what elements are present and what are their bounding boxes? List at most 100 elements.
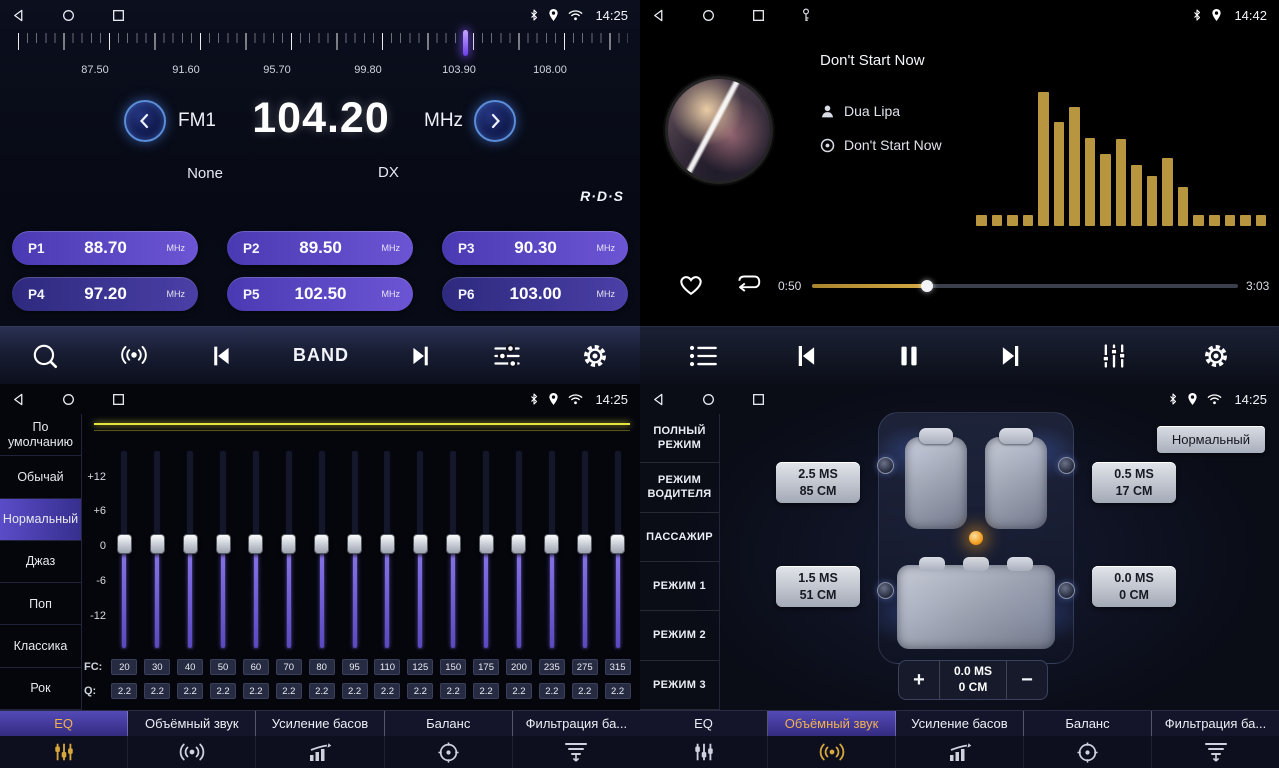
slider-knob[interactable] <box>347 534 362 554</box>
mixer-icon[interactable] <box>1100 342 1128 370</box>
preset-button-p4[interactable]: P497.20MHz <box>12 277 198 311</box>
previous-station-button[interactable] <box>207 342 235 370</box>
repeat-button[interactable] <box>733 272 763 296</box>
back-icon[interactable] <box>652 393 665 406</box>
eq-preset-item-5[interactable]: Классика <box>0 625 81 667</box>
rear-left-delay-button[interactable]: 1.5 MS 51 CM <box>776 566 860 607</box>
tab-surround[interactable]: Объёмный звук <box>128 711 256 736</box>
settings-gear-icon[interactable] <box>1201 341 1231 371</box>
listening-position-dot[interactable] <box>969 531 983 545</box>
eq-band-slider-4[interactable] <box>240 450 273 650</box>
tab-eq[interactable]: EQ <box>640 711 768 736</box>
eq-band-slider-8[interactable] <box>371 450 404 650</box>
eq-band-slider-3[interactable] <box>207 450 240 650</box>
eq-band-slider-7[interactable] <box>338 450 371 650</box>
recents-icon[interactable] <box>752 9 765 22</box>
eq-icon[interactable] <box>640 736 768 768</box>
tab-bass-boost[interactable]: Усиление басов <box>256 711 384 736</box>
filter-icon[interactable] <box>513 736 640 768</box>
mode-item-1[interactable]: РЕЖИМ ВОДИТЕЛЯ <box>640 463 719 512</box>
slider-knob[interactable] <box>281 534 296 554</box>
front-left-delay-button[interactable]: 2.5 MS 85 CM <box>776 462 860 503</box>
eq-band-slider-12[interactable] <box>503 450 536 650</box>
rear-right-delay-button[interactable]: 0.0 MS 0 CM <box>1092 566 1176 607</box>
tune-down-button[interactable] <box>124 100 166 142</box>
balance-icon[interactable] <box>1024 736 1152 768</box>
tab-bass-boost[interactable]: Усиление басов <box>896 711 1024 736</box>
back-icon[interactable] <box>12 393 25 406</box>
tuning-indicator[interactable] <box>463 30 468 56</box>
tab-surround[interactable]: Объёмный звук <box>768 711 896 736</box>
preset-button-p1[interactable]: P188.70MHz <box>12 231 198 265</box>
eq-band-slider-9[interactable] <box>404 450 437 650</box>
slider-knob[interactable] <box>446 534 461 554</box>
surround-icon[interactable] <box>128 736 256 768</box>
eq-band-slider-15[interactable] <box>601 450 634 650</box>
increase-delay-button[interactable]: + <box>899 661 939 699</box>
eq-band-slider-2[interactable] <box>174 450 207 650</box>
eq-preset-item-4[interactable]: Поп <box>0 583 81 625</box>
slider-knob[interactable] <box>380 534 395 554</box>
home-icon[interactable] <box>702 9 715 22</box>
mode-item-5[interactable]: РЕЖИМ 3 <box>640 661 719 710</box>
preset-button-p6[interactable]: P6103.00MHz <box>442 277 628 311</box>
decrease-delay-button[interactable]: − <box>1007 661 1047 699</box>
preset-button-p3[interactable]: P390.30MHz <box>442 231 628 265</box>
surround-preset-button[interactable]: Нормальный <box>1157 426 1265 453</box>
mode-item-3[interactable]: РЕЖИМ 1 <box>640 562 719 611</box>
back-icon[interactable] <box>12 9 25 22</box>
slider-knob[interactable] <box>183 534 198 554</box>
eq-preset-item-6[interactable]: Рок <box>0 668 81 710</box>
progress-knob[interactable] <box>921 280 933 292</box>
next-station-button[interactable] <box>407 342 435 370</box>
eq-band-slider-13[interactable] <box>535 450 568 650</box>
seek-bar[interactable] <box>812 284 1238 288</box>
eq-preset-item-3[interactable]: Джаз <box>0 541 81 583</box>
broadcast-button[interactable] <box>118 343 150 369</box>
preset-button-p2[interactable]: P289.50MHz <box>227 231 413 265</box>
tune-up-button[interactable] <box>474 100 516 142</box>
tab-balance[interactable]: Баланс <box>385 711 513 736</box>
mode-item-4[interactable]: РЕЖИМ 2 <box>640 611 719 660</box>
home-icon[interactable] <box>702 393 715 406</box>
slider-knob[interactable] <box>511 534 526 554</box>
tab-eq[interactable]: EQ <box>0 711 128 736</box>
home-icon[interactable] <box>62 9 75 22</box>
slider-knob[interactable] <box>216 534 231 554</box>
eq-preset-item-1[interactable]: Обычай <box>0 456 81 498</box>
slider-knob[interactable] <box>610 534 625 554</box>
tuning-scale[interactable] <box>18 33 628 61</box>
bass-icon[interactable] <box>896 736 1024 768</box>
recents-icon[interactable] <box>112 393 125 406</box>
scan-button[interactable] <box>30 341 60 371</box>
tab-filter[interactable]: Фильтрация ба... <box>513 711 640 736</box>
slider-knob[interactable] <box>577 534 592 554</box>
eq-icon[interactable] <box>0 736 128 768</box>
settings-gear-icon[interactable] <box>580 341 610 371</box>
home-icon[interactable] <box>62 393 75 406</box>
recents-icon[interactable] <box>752 393 765 406</box>
eq-preset-item-0[interactable]: По умолчанию <box>0 414 81 456</box>
recents-icon[interactable] <box>112 9 125 22</box>
mode-item-2[interactable]: ПАССАЖИР <box>640 513 719 562</box>
filter-icon[interactable] <box>1152 736 1279 768</box>
back-icon[interactable] <box>652 9 665 22</box>
tab-balance[interactable]: Баланс <box>1024 711 1152 736</box>
playlist-icon[interactable] <box>688 343 718 369</box>
preset-button-p5[interactable]: P5102.50MHz <box>227 277 413 311</box>
eq-band-slider-10[interactable] <box>437 450 470 650</box>
eq-band-slider-5[interactable] <box>272 450 305 650</box>
eq-band-slider-11[interactable] <box>470 450 503 650</box>
previous-track-button[interactable] <box>791 341 821 371</box>
audio-settings-button[interactable] <box>492 342 522 370</box>
front-right-delay-button[interactable]: 0.5 MS 17 CM <box>1092 462 1176 503</box>
slider-knob[interactable] <box>413 534 428 554</box>
eq-band-slider-0[interactable] <box>108 450 141 650</box>
slider-knob[interactable] <box>479 534 494 554</box>
slider-knob[interactable] <box>117 534 132 554</box>
pause-button[interactable] <box>895 342 923 370</box>
mode-item-0[interactable]: ПОЛНЫЙ РЕЖИМ <box>640 414 719 463</box>
slider-knob[interactable] <box>248 534 263 554</box>
slider-knob[interactable] <box>544 534 559 554</box>
eq-band-slider-1[interactable] <box>141 450 174 650</box>
